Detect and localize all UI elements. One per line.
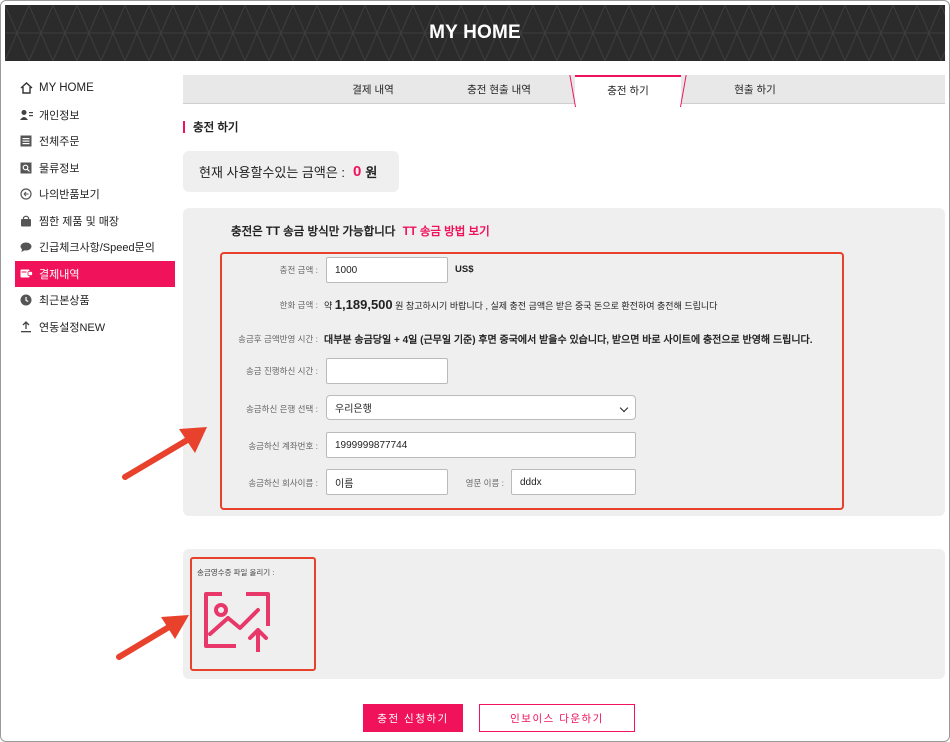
section-title: 충전 하기 — [183, 119, 239, 135]
annotation-arrow-icon — [116, 615, 189, 660]
sidebar-item-label: 찜한 제품 및 매장 — [39, 215, 120, 228]
tab-label: 충전 하기 — [607, 85, 649, 97]
company-name-label: 송금하신 회사이름 : — [248, 478, 318, 488]
page-title: MY HOME — [429, 22, 521, 43]
sidebar-item-wishlist[interactable]: 찜한 제품 및 매장 — [15, 208, 175, 235]
krw-prefix: 약 — [324, 301, 333, 311]
tab-charge[interactable]: 충전 하기 — [575, 75, 681, 104]
tab-label: 현출 하기 — [734, 84, 776, 96]
sidebar-item-payment-history[interactable]: 결제내역 — [15, 260, 175, 287]
account-number-input[interactable]: 1999999877744 — [326, 432, 636, 458]
tab-payment-history[interactable]: 결제 내역 — [303, 75, 443, 104]
sidebar-item-my-home[interactable]: MY HOME — [15, 75, 175, 102]
krw-suffix: 원 참고하시기 바랍니다 , 실제 충전 금액은 받은 중국 돈으로 환전하여 … — [395, 301, 718, 311]
sidebar: MY HOME 개인정보 전체주문 물류정보 나의반품보기 찜한 제품 및 매장… — [15, 75, 175, 340]
tab-bar: 결제 내역 충전 현출 내역 충전 하기 현출 하기 — [183, 75, 945, 104]
clock-icon — [19, 293, 33, 307]
list-icon — [19, 134, 33, 148]
transfer-time-input[interactable] — [326, 358, 448, 384]
chat-icon — [19, 240, 33, 254]
tab-label: 충전 현출 내역 — [467, 84, 531, 96]
sidebar-item-label: 결제내역 — [39, 268, 80, 281]
sidebar-item-label: MY HOME — [39, 82, 94, 95]
krw-amount-label: 한화 금액 : — [279, 300, 318, 310]
image-upload-icon[interactable] — [202, 590, 272, 657]
bank-select[interactable]: 우리은행 — [326, 395, 636, 420]
sidebar-item-urgent-check[interactable]: 긴급체크사항/Speed문의 — [15, 234, 175, 261]
sidebar-item-label: 전체주문 — [39, 136, 80, 149]
charge-amount-unit: US$ — [455, 264, 474, 275]
home-icon — [19, 81, 33, 95]
sidebar-item-logistics[interactable]: 물류정보 — [15, 155, 175, 182]
page-header: MY HOME — [5, 5, 945, 61]
english-name-input[interactable]: dddx — [511, 469, 636, 495]
balance-box: 현재 사용할수있는 금액은 : 0 원 — [183, 151, 399, 192]
upload-icon — [19, 320, 33, 334]
company-name-input[interactable]: 이름 — [326, 469, 448, 495]
bag-icon — [19, 214, 33, 228]
deposit-time-label: 송금후 금액반영 시간 : — [238, 334, 318, 344]
sidebar-item-integration[interactable]: 연동설정NEW — [15, 314, 175, 341]
sidebar-item-returns[interactable]: 나의반품보기 — [15, 181, 175, 208]
payment-icon — [19, 267, 33, 281]
sidebar-item-all-orders[interactable]: 전체주문 — [15, 128, 175, 155]
page-frame: MY HOME MY HOME 개인정보 전체주문 물류정보 나의반품보기 찜한… — [0, 0, 950, 742]
krw-amount-text: 약 1,189,500 원 참고하시기 바랍니다 , 실제 충전 금액은 받은 … — [324, 297, 717, 312]
user-icon — [19, 108, 33, 122]
tab-withdraw[interactable]: 현출 하기 — [685, 75, 825, 104]
account-number-label: 송금하신 계좌번호 : — [248, 441, 318, 451]
charge-notice: 충전은 TT 송금 방식만 가능합니다 TT 송금 방법 보기 — [231, 223, 490, 239]
sidebar-item-label: 최근본상품 — [39, 295, 90, 308]
section-title-marker — [183, 121, 185, 133]
return-icon — [19, 187, 33, 201]
search-icon — [19, 161, 33, 175]
charge-amount-label: 충전 금액 : — [279, 265, 318, 275]
deposit-time-text: 대부분 송금당일 + 4일 (근무일 기준) 후면 중국에서 받을수 있습니다,… — [324, 335, 813, 346]
tab-charge-withdraw-history[interactable]: 충전 현출 내역 — [429, 75, 569, 104]
sidebar-item-label: 물류정보 — [39, 162, 80, 175]
sidebar-item-label: 개인정보 — [39, 109, 80, 122]
english-name-label: 영문 이름 : — [465, 478, 504, 488]
balance-unit: 원 — [365, 165, 378, 180]
notice-text: 충전은 TT 송금 방식만 가능합니다 — [231, 226, 396, 238]
submit-charge-button[interactable]: 충전 신청하기 — [363, 704, 463, 732]
receipt-upload-label: 송금영수증 파일 올리기 : — [197, 568, 275, 577]
download-invoice-button[interactable]: 인보이스 다운하기 — [479, 704, 635, 732]
krw-value: 1,189,500 — [334, 297, 393, 312]
transfer-time-label: 송금 진행하신 시간 : — [245, 366, 318, 376]
sidebar-item-recently-viewed[interactable]: 최근본상품 — [15, 287, 175, 314]
balance-label: 현재 사용할수있는 금액은 : — [199, 165, 346, 180]
bank-select-label: 송금하신 은행 선택 : — [245, 404, 318, 414]
sidebar-item-label: 연동설정NEW — [39, 321, 106, 334]
tab-label: 결제 내역 — [352, 84, 394, 96]
section-title-text: 충전 하기 — [193, 122, 239, 134]
bank-select-value: 우리은행 — [335, 404, 372, 415]
annotation-arrow-icon — [122, 427, 207, 480]
tt-transfer-guide-link[interactable]: TT 송금 방법 보기 — [403, 226, 490, 238]
sidebar-item-label: 긴급체크사항/Speed문의 — [39, 242, 155, 255]
sidebar-item-personal-info[interactable]: 개인정보 — [15, 102, 175, 129]
charge-amount-input[interactable]: 1000 — [326, 257, 448, 283]
balance-amount: 0 — [353, 163, 362, 180]
sidebar-item-label: 나의반품보기 — [39, 189, 100, 202]
